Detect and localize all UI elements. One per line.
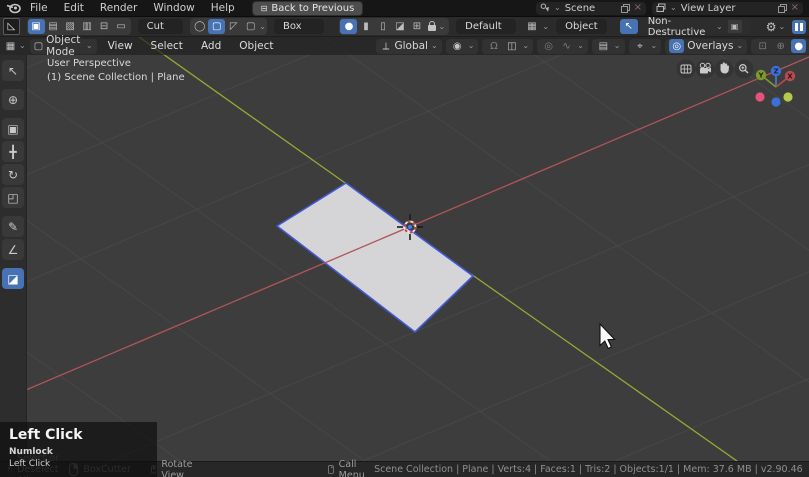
view-perspective-label: User Perspective: [47, 58, 131, 69]
blender-window: User Perspective (1) Scene Collection | …: [0, 0, 809, 477]
move-tool[interactable]: ╋: [2, 141, 24, 162]
scale-tool[interactable]: ◰: [2, 187, 24, 208]
editor-type-icon: ▦: [5, 40, 16, 52]
scale-tool-icon: ◰: [7, 190, 19, 205]
menu-object[interactable]: Object: [232, 39, 280, 53]
rotate-tool-icon: ↻: [7, 167, 19, 182]
screencast-key-history-1: Numlock: [9, 447, 53, 457]
object-mode-icon: ▢: [33, 40, 44, 52]
camera-view-icon[interactable]: [695, 59, 715, 79]
screencast-key-history-2: Left Click: [9, 459, 51, 469]
chevron-down-icon: ⌄: [430, 41, 438, 50]
snap-target-icon[interactable]: ◫: [504, 39, 519, 53]
cursor-tool[interactable]: ⊕: [2, 89, 24, 110]
measure-tool-icon: ∠: [7, 242, 19, 257]
wireframe-shading-icon[interactable]: ⊕: [773, 39, 788, 53]
hint-call-menu: Call Menu: [328, 459, 368, 477]
rotate-tool[interactable]: ↻: [2, 164, 24, 185]
menu-select[interactable]: Select: [144, 39, 190, 53]
object-origin-dot: [406, 223, 413, 230]
toolbar: ↖ ⊕ ▣ ╋ ↻ ◰ ✎ ∠ ◪: [0, 55, 27, 461]
boxcutter-tool[interactable]: ◪: [2, 268, 24, 289]
falloff-icon[interactable]: ∿: [559, 39, 574, 53]
select-tool-icon: ↖: [7, 63, 19, 78]
tablet-icon: [328, 465, 334, 474]
gizmo-z-label: Z: [773, 68, 778, 76]
snapping-controls: Ω ◫ ⌄: [482, 38, 534, 54]
annotate-tool-icon: ✎: [7, 219, 19, 234]
mode-dropdown[interactable]: ▢ Object Mode ⌄: [29, 34, 97, 58]
magnet-icon[interactable]: Ω: [486, 39, 501, 53]
proportional-editing-controls: ◎ ∿ ⌄: [537, 38, 588, 54]
chevron-down-icon: ⌄: [736, 41, 744, 50]
pivot-icon: ◉: [452, 40, 462, 52]
cursor-tool-icon: ⊕: [7, 92, 19, 107]
menu-add[interactable]: Add: [194, 39, 228, 53]
xray-toggle-icon[interactable]: ⊡: [755, 39, 770, 53]
select-box-tool-icon: ▣: [7, 121, 19, 136]
persp-ortho-toggle-icon[interactable]: [676, 59, 696, 79]
shading-controls: ⊡ ⊕ ● ◐ ◑: [751, 38, 809, 54]
chevron-down-icon: ⌄: [613, 41, 621, 50]
transform-orientation-dropdown[interactable]: ⟂ Global ⌄: [376, 38, 442, 54]
zoom-plus-icon[interactable]: [734, 59, 754, 79]
chevron-down-icon: ⌄: [577, 41, 584, 50]
chevron-down-icon: ⌄: [85, 41, 93, 50]
scene-statistics: Scene Collection | Plane | Verts:4 | Fac…: [374, 464, 803, 475]
orientation-icon: ⟂: [382, 40, 390, 52]
move-tool-icon: ╋: [9, 144, 17, 159]
chevron-down-icon: ⌄: [467, 41, 475, 50]
screencast-keys-overlay: Left Click Numlock Left Click: [0, 422, 157, 477]
chevron-down-icon: ⌄: [522, 41, 530, 50]
select-tool[interactable]: ↖: [2, 60, 24, 81]
viewport-header: ▦ ⌄ ▢ Object Mode ⌄ View Select Add Obje…: [0, 34, 809, 58]
gizmo-x-neg-ball: [755, 92, 765, 102]
visibility-icon: ▤: [598, 40, 609, 52]
gizmos-dropdown[interactable]: ⌖ ⌄: [628, 38, 662, 54]
solid-shading-icon[interactable]: ●: [791, 39, 807, 53]
editor-type-selector[interactable]: ▦ ⌄: [3, 39, 26, 53]
measure-tool[interactable]: ∠: [2, 239, 24, 260]
chevron-down-icon: ⌄: [19, 41, 26, 50]
boxcutter-tool-icon: ◪: [7, 271, 19, 286]
active-collection-label: (1) Scene Collection | Plane: [47, 72, 185, 83]
gizmo-x-label: X: [787, 73, 793, 81]
proportional-edit-icon[interactable]: ◎: [541, 39, 556, 53]
gizmos-icon: ⌖: [637, 40, 643, 52]
gizmo-z-neg-ball: [771, 97, 781, 107]
hint-rotate-view: Rotate View: [150, 459, 196, 477]
pan-hand-icon[interactable]: [714, 59, 734, 79]
annotate-tool[interactable]: ✎: [2, 216, 24, 237]
gizmo-y-neg-ball: [783, 92, 793, 102]
screencast-key-title: Left Click: [9, 427, 83, 443]
select-box-tool[interactable]: ▣: [2, 118, 24, 139]
chevron-down-icon: ⌄: [650, 41, 658, 50]
overlays-dropdown[interactable]: ◎ Overlays ⌄: [665, 38, 748, 54]
pivot-point-dropdown[interactable]: ◉ ⌄: [445, 38, 479, 54]
overlays-icon: ◎: [669, 39, 685, 53]
menu-view[interactable]: View: [101, 39, 140, 53]
object-visibility-dropdown[interactable]: ▤ ⌄: [591, 38, 625, 54]
gizmo-y-label: Y: [757, 72, 764, 80]
3d-viewport[interactable]: User Perspective (1) Scene Collection | …: [0, 0, 809, 477]
